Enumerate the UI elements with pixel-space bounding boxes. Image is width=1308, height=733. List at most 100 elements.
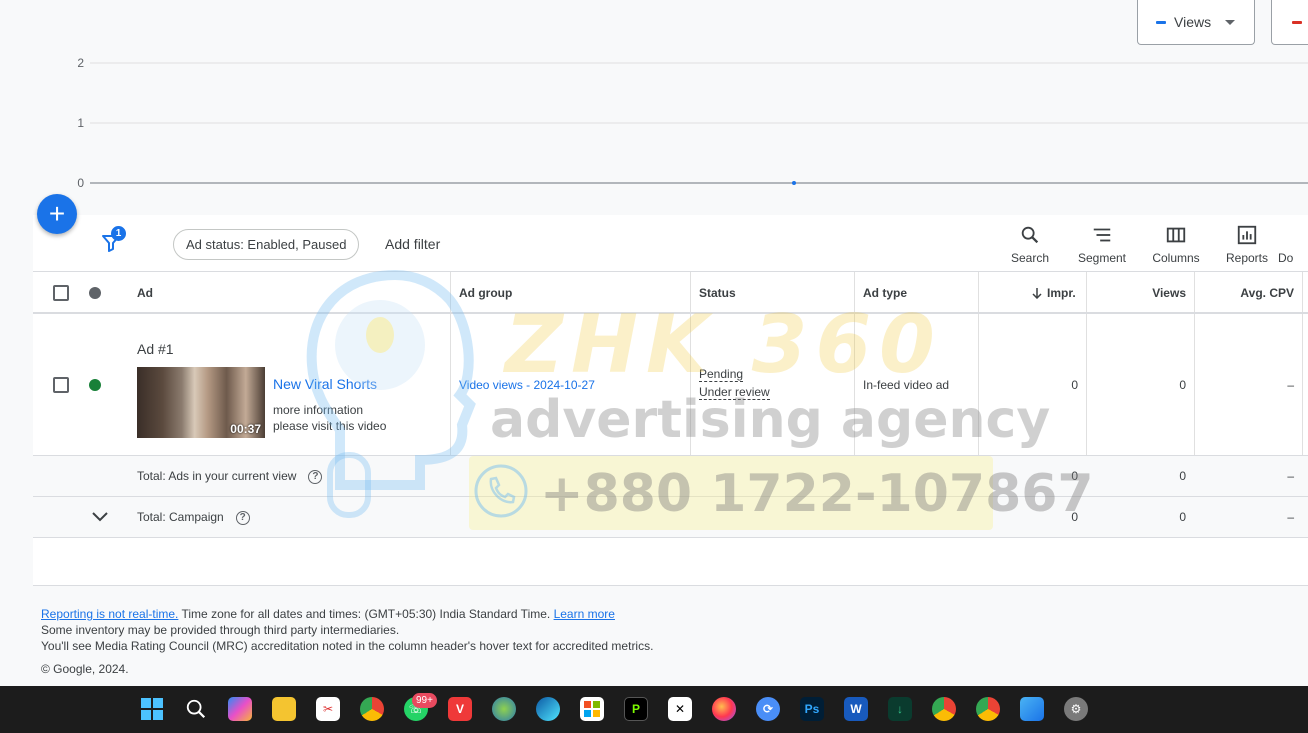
chrome-profile-icon[interactable] — [932, 697, 956, 721]
avg-cpv-value: – — [1287, 378, 1294, 392]
impr-value: 0 — [1071, 378, 1078, 392]
ad-description-2: please visit this video — [273, 419, 387, 433]
globe-app-icon[interactable] — [492, 697, 516, 721]
total-view-label: Total: Ads in your current view? — [137, 469, 323, 484]
header-ad-type[interactable]: Ad type — [863, 286, 907, 300]
views-metric-label: Views — [1174, 14, 1212, 30]
y-tick-0: 0 — [77, 176, 84, 190]
status-column-icon[interactable] — [89, 287, 101, 299]
status-under-review[interactable]: Under review — [699, 385, 770, 400]
total-view-row: Total: Ads in your current view? 0 0 – — [33, 456, 1308, 497]
table-toolbar: 1 Ad status: Enabled, Paused Add filter … — [33, 215, 1308, 272]
status-pending[interactable]: Pending — [699, 367, 744, 382]
learn-more-link[interactable]: Learn more — [554, 607, 615, 621]
total-campaign-row: Total: Campaign? 0 0 – — [33, 497, 1308, 538]
help-icon[interactable]: ? — [308, 469, 323, 484]
edge-icon[interactable] — [536, 697, 560, 721]
second-metric-swatch — [1292, 20, 1302, 24]
ad-title-link[interactable]: New Viral Shorts — [273, 376, 377, 392]
filter-count-badge: 1 — [111, 226, 126, 241]
columns-icon — [1166, 227, 1186, 243]
segment-icon — [1093, 228, 1111, 242]
performance-chart: 2 1 0 — [0, 0, 1308, 215]
views-data-point — [792, 181, 796, 185]
windows-start-icon[interactable] — [140, 697, 164, 721]
views-metric-selector[interactable]: Views — [1137, 0, 1255, 45]
views-legend-swatch — [1156, 20, 1166, 24]
columns-tool-button[interactable]: Columns — [1141, 223, 1211, 265]
page-footer: Reporting is not real-time. Time zone fo… — [41, 606, 653, 654]
row-select-checkbox[interactable] — [53, 377, 69, 393]
search-icon — [1021, 226, 1039, 244]
download-manager-icon[interactable]: ↓ — [888, 697, 912, 721]
capcut-icon[interactable]: ✕ — [668, 697, 692, 721]
file-explorer-icon[interactable] — [272, 697, 296, 721]
select-all-checkbox[interactable] — [53, 285, 69, 301]
add-filter-button[interactable]: Add filter — [385, 236, 440, 252]
google-ads-page: 2 1 0 Views + 1 Ad status: Enabled, Paus… — [0, 0, 1308, 733]
download-tool-button[interactable]: Do — [1278, 223, 1308, 265]
enabled-status-dot[interactable] — [89, 379, 101, 391]
sync-app-icon[interactable]: ⟳ — [756, 697, 780, 721]
ad-type-value: In-feed video ad — [863, 378, 950, 392]
total-view-views: 0 — [1179, 469, 1186, 483]
reports-tool-label: Reports — [1225, 251, 1269, 265]
terminal-app-icon[interactable]: P — [624, 697, 648, 721]
video-thumbnail[interactable]: 00:37 — [137, 367, 265, 438]
vivaldi-icon[interactable]: V — [448, 697, 472, 721]
footer-line-2: Some inventory may be provided through t… — [41, 623, 400, 637]
notification-badge: 99+ — [412, 693, 437, 708]
word-icon[interactable]: W — [844, 697, 868, 721]
header-impr[interactable]: Impr. — [1031, 286, 1076, 300]
reports-icon — [1237, 225, 1257, 245]
header-ad[interactable]: Ad — [137, 286, 153, 300]
header-avg-cpv[interactable]: Avg. CPV — [1203, 286, 1294, 300]
chevron-down-icon — [1225, 19, 1236, 25]
photoshop-icon[interactable]: Ps — [800, 697, 824, 721]
segment-tool-button[interactable]: Segment — [1067, 223, 1137, 265]
firefox-icon[interactable] — [712, 697, 736, 721]
chrome-profile-2-icon[interactable] — [976, 697, 1000, 721]
total-campaign-avg-cpv: – — [1287, 510, 1294, 524]
settings-gear-icon[interactable]: ⚙ — [1064, 697, 1088, 721]
total-view-avg-cpv: – — [1287, 469, 1294, 483]
header-impr-label: Impr. — [1047, 286, 1076, 300]
ad-number: Ad #1 — [137, 341, 174, 357]
chart-svg — [90, 62, 1308, 185]
add-ad-button[interactable]: + — [37, 194, 77, 234]
views-value: 0 — [1179, 378, 1186, 392]
windows-taskbar: ✂ ☏ 99+ V P ✕ ⟳ Ps W ↓ ⚙ — [0, 686, 1308, 733]
y-tick-2: 2 — [77, 56, 84, 70]
sort-descending-icon — [1032, 288, 1042, 300]
snipping-tool-icon[interactable]: ✂ — [316, 697, 340, 721]
photos-icon[interactable] — [1020, 697, 1044, 721]
header-status[interactable]: Status — [699, 286, 736, 300]
total-campaign-impr: 0 — [1071, 510, 1078, 524]
reporting-link[interactable]: Reporting is not real-time. — [41, 607, 178, 621]
microsoft-store-icon[interactable] — [580, 697, 604, 721]
reports-tool-button[interactable]: Reports — [1212, 223, 1282, 265]
second-metric-selector[interactable] — [1271, 0, 1308, 45]
download-tool-label: Do — [1278, 251, 1294, 265]
ad-status-filter-chip[interactable]: Ad status: Enabled, Paused — [173, 229, 360, 260]
search-tool-button[interactable]: Search — [995, 223, 1065, 265]
y-tick-1: 1 — [77, 116, 84, 130]
total-view-text: Total: Ads in your current view — [137, 469, 297, 483]
download-icon — [1278, 223, 1308, 247]
header-ad-group[interactable]: Ad group — [459, 286, 512, 300]
ad-group-link[interactable]: Video views - 2024-10-27 — [459, 378, 595, 392]
help-icon[interactable]: ? — [235, 510, 250, 525]
copilot-icon[interactable] — [228, 697, 252, 721]
table-row: Ad #1 00:37 New Viral Shorts more inform… — [33, 314, 1308, 456]
chrome-icon[interactable] — [360, 697, 384, 721]
search-icon[interactable] — [184, 697, 208, 721]
header-views[interactable]: Views — [1095, 286, 1186, 300]
video-duration: 00:37 — [230, 422, 261, 436]
timezone-text: Time zone for all dates and times: (GMT+… — [178, 607, 554, 621]
total-campaign-text: Total: Campaign — [137, 510, 224, 524]
search-tool-label: Search — [1010, 251, 1050, 265]
chevron-down-icon[interactable] — [91, 510, 109, 524]
plus-icon: + — [48, 198, 66, 229]
total-view-impr: 0 — [1071, 469, 1078, 483]
footer-line-3: You'll see Media Rating Council (MRC) ac… — [41, 639, 654, 653]
